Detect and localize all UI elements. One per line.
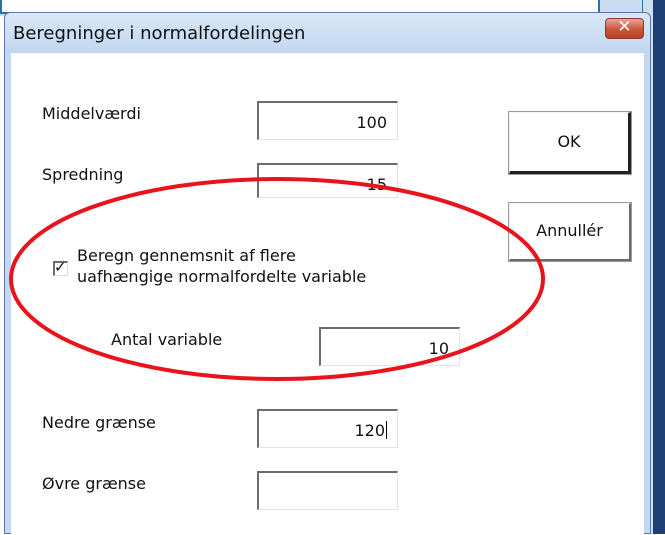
upper-limit-input[interactable] — [257, 471, 398, 510]
num-vars-label: Antal variable — [111, 330, 223, 349]
spread-input[interactable]: 15 — [257, 163, 398, 198]
dialog-titlebar[interactable]: Beregninger i normalfordelingen ✕ — [5, 13, 650, 53]
background-window-edge-dark — [653, 0, 665, 534]
cancel-button[interactable]: Annullér — [508, 202, 632, 262]
mean-label: Middelværdi — [42, 104, 141, 123]
dialog-window: Beregninger i normalfordelingen ✕ Middel… — [4, 12, 651, 535]
average-checkbox[interactable]: ✓ — [53, 258, 68, 276]
checkmark-icon: ✓ — [54, 258, 67, 276]
checkbox-label-line1: Beregn gennemsnit af flere — [77, 246, 296, 265]
ok-button[interactable]: OK — [508, 111, 632, 175]
close-button[interactable]: ✕ — [605, 17, 644, 39]
dialog-body: Middelværdi 100 Spredning 15 OK Annullér… — [11, 53, 644, 535]
close-icon: ✕ — [617, 17, 632, 37]
dialog-title: Beregninger i normalfordelingen — [13, 23, 306, 44]
lower-limit-value: 120 — [354, 421, 385, 440]
text-caret — [386, 421, 387, 439]
upper-limit-label: Øvre grænse — [42, 474, 146, 493]
lower-limit-label: Nedre grænse — [42, 413, 156, 432]
spread-label: Spredning — [42, 165, 124, 184]
num-vars-input[interactable]: 10 — [319, 327, 460, 366]
lower-limit-input[interactable]: 120 — [257, 409, 398, 448]
mean-input[interactable]: 100 — [257, 101, 398, 140]
checkbox-label-line2: uafhængige normalfordelte variable — [77, 267, 367, 286]
